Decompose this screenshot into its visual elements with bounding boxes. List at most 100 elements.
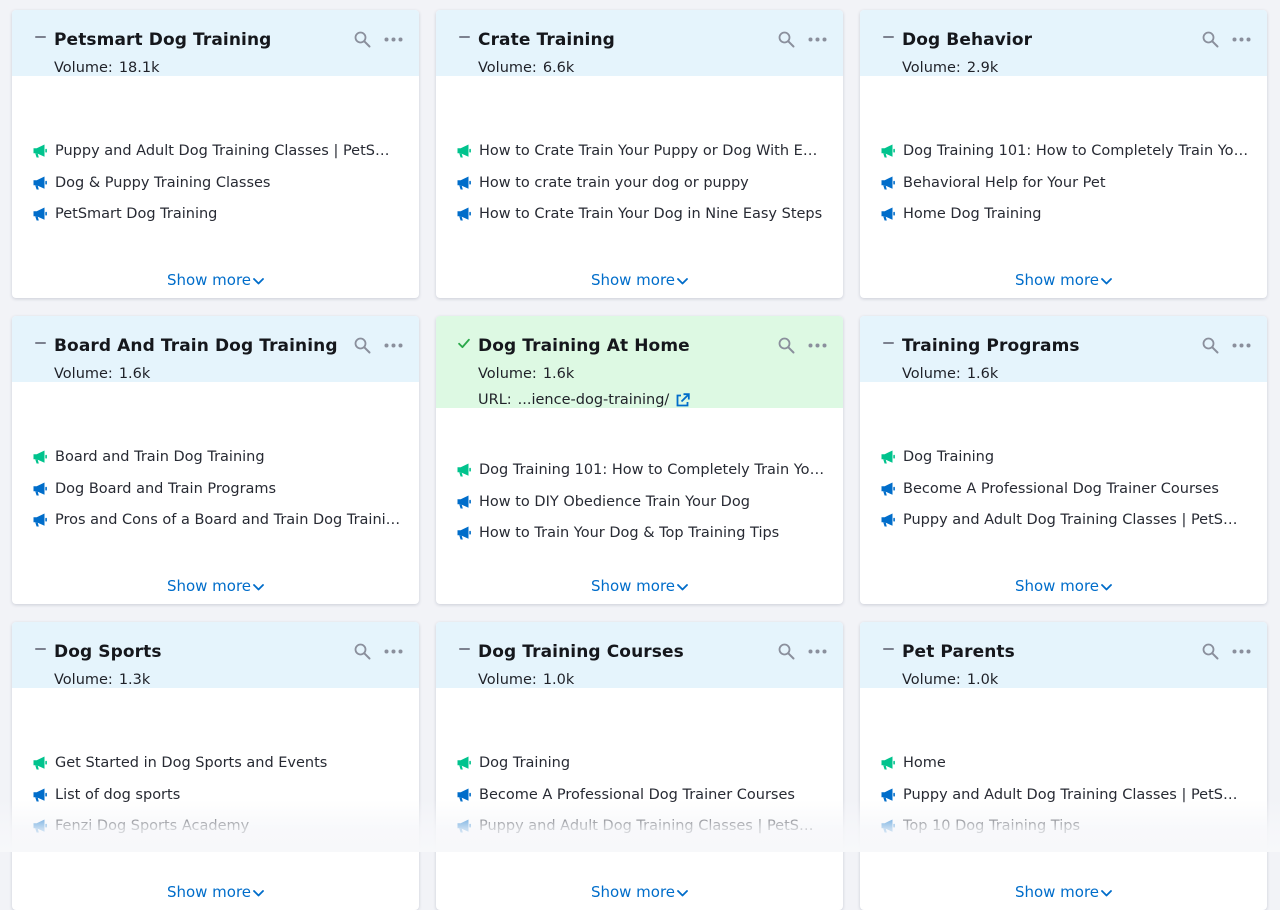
collapse-dash-icon[interactable] [34,643,46,655]
collapse-dash-icon[interactable] [882,643,894,655]
search-icon[interactable] [778,31,795,48]
list-item[interactable]: How to crate train your dog or puppy [456,173,825,193]
card-volume: Volume: 1.0k [902,669,1251,691]
search-icon[interactable] [778,337,795,354]
card-title: Dog Behavior [902,30,1033,50]
item-title: Puppy and Adult Dog Training Classes | P… [903,512,1249,528]
list-item[interactable]: Become A Professional Dog Trainer Course… [456,785,825,805]
list-item[interactable]: Dog Training 101: How to Completely Trai… [456,460,825,480]
show-more-button[interactable]: Show more [860,576,1267,597]
list-item[interactable]: Home [880,753,1249,773]
url-label: URL: [478,392,512,408]
list-item[interactable]: Become A Professional Dog Trainer Course… [880,479,1249,499]
list-item[interactable]: Puppy and Adult Dog Training Classes | P… [456,816,825,836]
more-options-icon[interactable] [808,37,827,42]
list-item[interactable]: Puppy and Adult Dog Training Classes | P… [32,141,401,161]
megaphone-blue-icon [880,512,896,528]
card-actions [1202,337,1251,354]
check-icon[interactable] [458,337,470,349]
list-item[interactable]: Board and Train Dog Training [32,447,401,467]
megaphone-blue-icon [456,206,472,222]
collapse-dash-icon[interactable] [458,643,470,655]
chevron-down-icon [1101,270,1112,290]
list-item[interactable]: How to Crate Train Your Dog in Nine Easy… [456,204,825,224]
list-item[interactable]: List of dog sports [32,785,401,805]
list-item[interactable]: Puppy and Adult Dog Training Classes | P… [880,510,1249,530]
search-icon[interactable] [1202,337,1219,354]
list-item[interactable]: Home Dog Training [880,204,1249,224]
item-title: Board and Train Dog Training [55,449,265,465]
item-title: How to Train Your Dog & Top Training Tip… [479,525,780,541]
show-more-button[interactable]: Show more [12,882,419,903]
more-options-icon[interactable] [808,649,827,654]
item-title: Dog & Puppy Training Classes [55,174,271,191]
search-icon[interactable] [1202,31,1219,48]
card-header: Dog Training Courses Volume: 1.0k [436,622,843,688]
search-icon[interactable] [354,337,371,354]
volume-label: Volume: [478,366,537,382]
list-item[interactable]: Dog & Puppy Training Classes [32,173,401,193]
more-options-icon[interactable] [808,343,827,348]
collapse-dash-icon[interactable] [458,31,470,43]
list-item[interactable]: How to Crate Train Your Puppy or Dog Wit… [456,141,825,161]
show-more-button[interactable]: Show more [860,882,1267,903]
more-options-icon[interactable] [384,649,403,654]
list-item[interactable]: Pros and Cons of a Board and Train Dog T… [32,510,401,530]
list-item[interactable]: Dog Training [880,447,1249,467]
more-options-icon[interactable] [1232,37,1251,42]
collapse-dash-icon[interactable] [882,337,894,349]
volume-value: 6.6k [542,60,575,76]
topic-card: Crate Training Volume: 6.6k How to Crate Tr… [436,10,843,298]
card-actions [354,31,403,48]
card-title: Crate Training [478,30,615,50]
list-item[interactable]: Fenzi Dog Sports Academy [32,816,401,836]
external-link-icon[interactable] [675,392,691,408]
volume-value: 2.9k [966,60,999,76]
search-icon[interactable] [1202,643,1219,660]
volume-label: Volume: [54,672,113,688]
show-more-button[interactable]: Show more [436,576,843,597]
chevron-down-icon [677,270,688,290]
card-items: Get Started in Dog Sports and Events List… [32,753,401,848]
chevron-down-icon [253,270,264,290]
collapse-dash-icon[interactable] [34,31,46,43]
list-item[interactable]: Dog Board and Train Programs [32,479,401,499]
megaphone-green-icon [880,755,896,771]
card-volume: Volume: 1.3k [54,669,403,691]
list-item[interactable]: Puppy and Adult Dog Training Classes | P… [880,785,1249,805]
show-more-button[interactable]: Show more [12,576,419,597]
card-actions [354,337,403,354]
topic-card: Dog Sports Volume: 1.3k Get Started in Dog … [12,622,419,910]
list-item[interactable]: Dog Training [456,753,825,773]
show-more-button[interactable]: Show more [436,882,843,903]
show-more-button[interactable]: Show more [12,270,419,291]
list-item[interactable]: PetSmart Dog Training [32,204,401,224]
list-item[interactable]: How to DIY Obedience Train Your Dog [456,492,825,512]
list-item[interactable]: How to Train Your Dog & Top Training Tip… [456,523,825,543]
show-more-button[interactable]: Show more [436,270,843,291]
topic-card: Pet Parents Volume: 1.0k Home Puppy and Adul… [860,622,1267,910]
more-options-icon[interactable] [1232,649,1251,654]
collapse-dash-icon[interactable] [34,337,46,349]
list-item[interactable]: Behavioral Help for Your Pet [880,173,1249,193]
list-item[interactable]: Top 10 Dog Training Tips [880,816,1249,836]
card-volume: Volume: 1.0k [478,669,827,691]
megaphone-blue-icon [32,206,48,222]
chevron-down-icon [253,882,264,902]
item-title: Puppy and Adult Dog Training Classes | P… [55,143,401,159]
more-options-icon[interactable] [384,37,403,42]
megaphone-green-icon [32,755,48,771]
more-options-icon[interactable] [384,343,403,348]
more-options-icon[interactable] [1232,343,1251,348]
megaphone-green-icon [880,449,896,465]
list-item[interactable]: Get Started in Dog Sports and Events [32,753,401,773]
megaphone-blue-icon [32,787,48,803]
show-more-button[interactable]: Show more [860,270,1267,291]
item-title: Home [903,755,946,771]
search-icon[interactable] [354,31,371,48]
search-icon[interactable] [778,643,795,660]
item-title: Dog Training [903,449,995,465]
collapse-dash-icon[interactable] [882,31,894,43]
search-icon[interactable] [354,643,371,660]
list-item[interactable]: Dog Training 101: How to Completely Trai… [880,141,1249,161]
